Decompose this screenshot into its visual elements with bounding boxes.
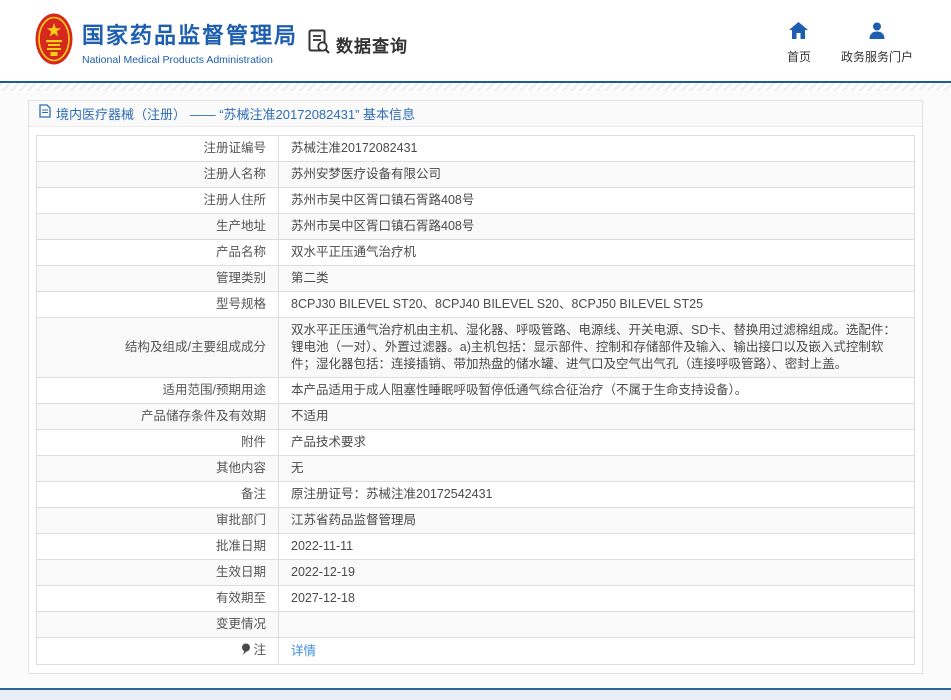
data-query-title: 数据查询: [336, 32, 408, 57]
document-icon: [39, 104, 51, 123]
row-value: 苏械注准20172082431: [279, 136, 915, 162]
row-label: 产品名称: [37, 240, 279, 266]
row-value: 产品技术要求: [279, 430, 915, 456]
row-value: 2022-12-19: [279, 560, 915, 586]
row-label: 其他内容: [37, 456, 279, 482]
table-row: 型号规格8CPJ30 BILEVEL ST20、8CPJ40 BILEVEL S…: [37, 292, 915, 318]
table-row: 注详情: [37, 638, 915, 665]
row-label: 附件: [37, 430, 279, 456]
row-label: 注册人名称: [37, 162, 279, 188]
document-search-icon: [308, 29, 331, 60]
table-row: 结构及组成/主要组成成分双水平正压通气治疗机由主机、湿化器、呼吸管路、电源线、开…: [37, 318, 915, 378]
row-value: 不适用: [279, 404, 915, 430]
row-label: 变更情况: [37, 612, 279, 638]
table-row: 审批部门江苏省药品监督管理局: [37, 508, 915, 534]
row-value: 无: [279, 456, 915, 482]
table-row: 生产地址苏州市吴中区胥口镇石胥路408号: [37, 214, 915, 240]
home-icon: [789, 22, 808, 44]
top-nav: 首页 政务服务门户: [787, 22, 913, 65]
row-label: 备注: [37, 482, 279, 508]
row-label: 适用范围/预期用途: [37, 378, 279, 404]
table-row: 注册人名称苏州安梦医疗设备有限公司: [37, 162, 915, 188]
row-value: 苏州安梦医疗设备有限公司: [279, 162, 915, 188]
header-hatch-strip: [0, 83, 951, 91]
info-table-body: 注册证编号苏械注准20172082431注册人名称苏州安梦医疗设备有限公司注册人…: [37, 136, 915, 665]
row-value: 本产品适用于成人阻塞性睡眠呼吸暂停低通气综合征治疗（不属于生命支持设备）。: [279, 378, 915, 404]
table-row: 附件产品技术要求: [37, 430, 915, 456]
card-titlebar: 境内医疗器械（注册） —— “苏械注准20172082431” 基本信息: [29, 101, 922, 127]
row-label: 有效期至: [37, 586, 279, 612]
org-title-block: 国家药品监督管理局 National Medical Products Admi…: [82, 18, 298, 66]
row-label: 批准日期: [37, 534, 279, 560]
org-name-en: National Medical Products Administration: [82, 54, 298, 66]
row-label: 审批部门: [37, 508, 279, 534]
registration-info-card: 境内医疗器械（注册） —— “苏械注准20172082431” 基本信息 注册证…: [28, 100, 923, 674]
table-row: 备注原注册证号：苏械注准20172542431: [37, 482, 915, 508]
row-value: 苏州市吴中区胥口镇石胥路408号: [279, 188, 915, 214]
table-row: 生效日期2022-12-19: [37, 560, 915, 586]
table-row: 管理类别第二类: [37, 266, 915, 292]
row-label: 注册证编号: [37, 136, 279, 162]
data-query-section: 数据查询: [308, 29, 408, 60]
nav-label-gov-portal: 政务服务门户: [841, 48, 913, 65]
row-label: 结构及组成/主要组成成分: [37, 318, 279, 378]
row-label: 生产地址: [37, 214, 279, 240]
row-value: 双水平正压通气治疗机: [279, 240, 915, 266]
row-value: 详情: [279, 638, 915, 665]
row-label: 注: [37, 638, 279, 665]
row-value: 2022-11-11: [279, 534, 915, 560]
note-pin-icon: [241, 643, 251, 660]
user-icon: [868, 22, 886, 44]
national-emblem-logo: [35, 13, 73, 70]
row-value: [279, 612, 915, 638]
table-row: 其他内容无: [37, 456, 915, 482]
row-label: 注册人住所: [37, 188, 279, 214]
table-row: 有效期至2027-12-18: [37, 586, 915, 612]
table-row: 注册人住所苏州市吴中区胥口镇石胥路408号: [37, 188, 915, 214]
row-value: 第二类: [279, 266, 915, 292]
org-name-cn: 国家药品监督管理局: [82, 18, 298, 50]
row-value: 原注册证号：苏械注准20172542431: [279, 482, 915, 508]
table-row: 批准日期2022-11-11: [37, 534, 915, 560]
row-value: 8CPJ30 BILEVEL ST20、8CPJ40 BILEVEL S20、8…: [279, 292, 915, 318]
table-row: 注册证编号苏械注准20172082431: [37, 136, 915, 162]
page-title: 境内医疗器械（注册） —— “苏械注准20172082431” 基本信息: [56, 104, 415, 123]
row-label: 生效日期: [37, 560, 279, 586]
site-footer: [0, 688, 951, 700]
site-header: 国家药品监督管理局 National Medical Products Admi…: [0, 0, 951, 81]
row-label: 产品储存条件及有效期: [37, 404, 279, 430]
row-label: 管理类别: [37, 266, 279, 292]
table-row: 产品储存条件及有效期不适用: [37, 404, 915, 430]
nav-item-gov-portal[interactable]: 政务服务门户: [841, 22, 913, 65]
row-value: 双水平正压通气治疗机由主机、湿化器、呼吸管路、电源线、开关电源、SD卡、替换用过…: [279, 318, 915, 378]
nav-item-home[interactable]: 首页: [787, 22, 811, 65]
row-value: 2027-12-18: [279, 586, 915, 612]
nav-label-home: 首页: [787, 48, 811, 65]
row-value: 江苏省药品监督管理局: [279, 508, 915, 534]
detail-link[interactable]: 详情: [291, 644, 316, 658]
info-table: 注册证编号苏械注准20172082431注册人名称苏州安梦医疗设备有限公司注册人…: [36, 135, 915, 665]
table-row: 产品名称双水平正压通气治疗机: [37, 240, 915, 266]
table-row: 适用范围/预期用途本产品适用于成人阻塞性睡眠呼吸暂停低通气综合征治疗（不属于生命…: [37, 378, 915, 404]
table-row: 变更情况: [37, 612, 915, 638]
row-value: 苏州市吴中区胥口镇石胥路408号: [279, 214, 915, 240]
row-label: 型号规格: [37, 292, 279, 318]
